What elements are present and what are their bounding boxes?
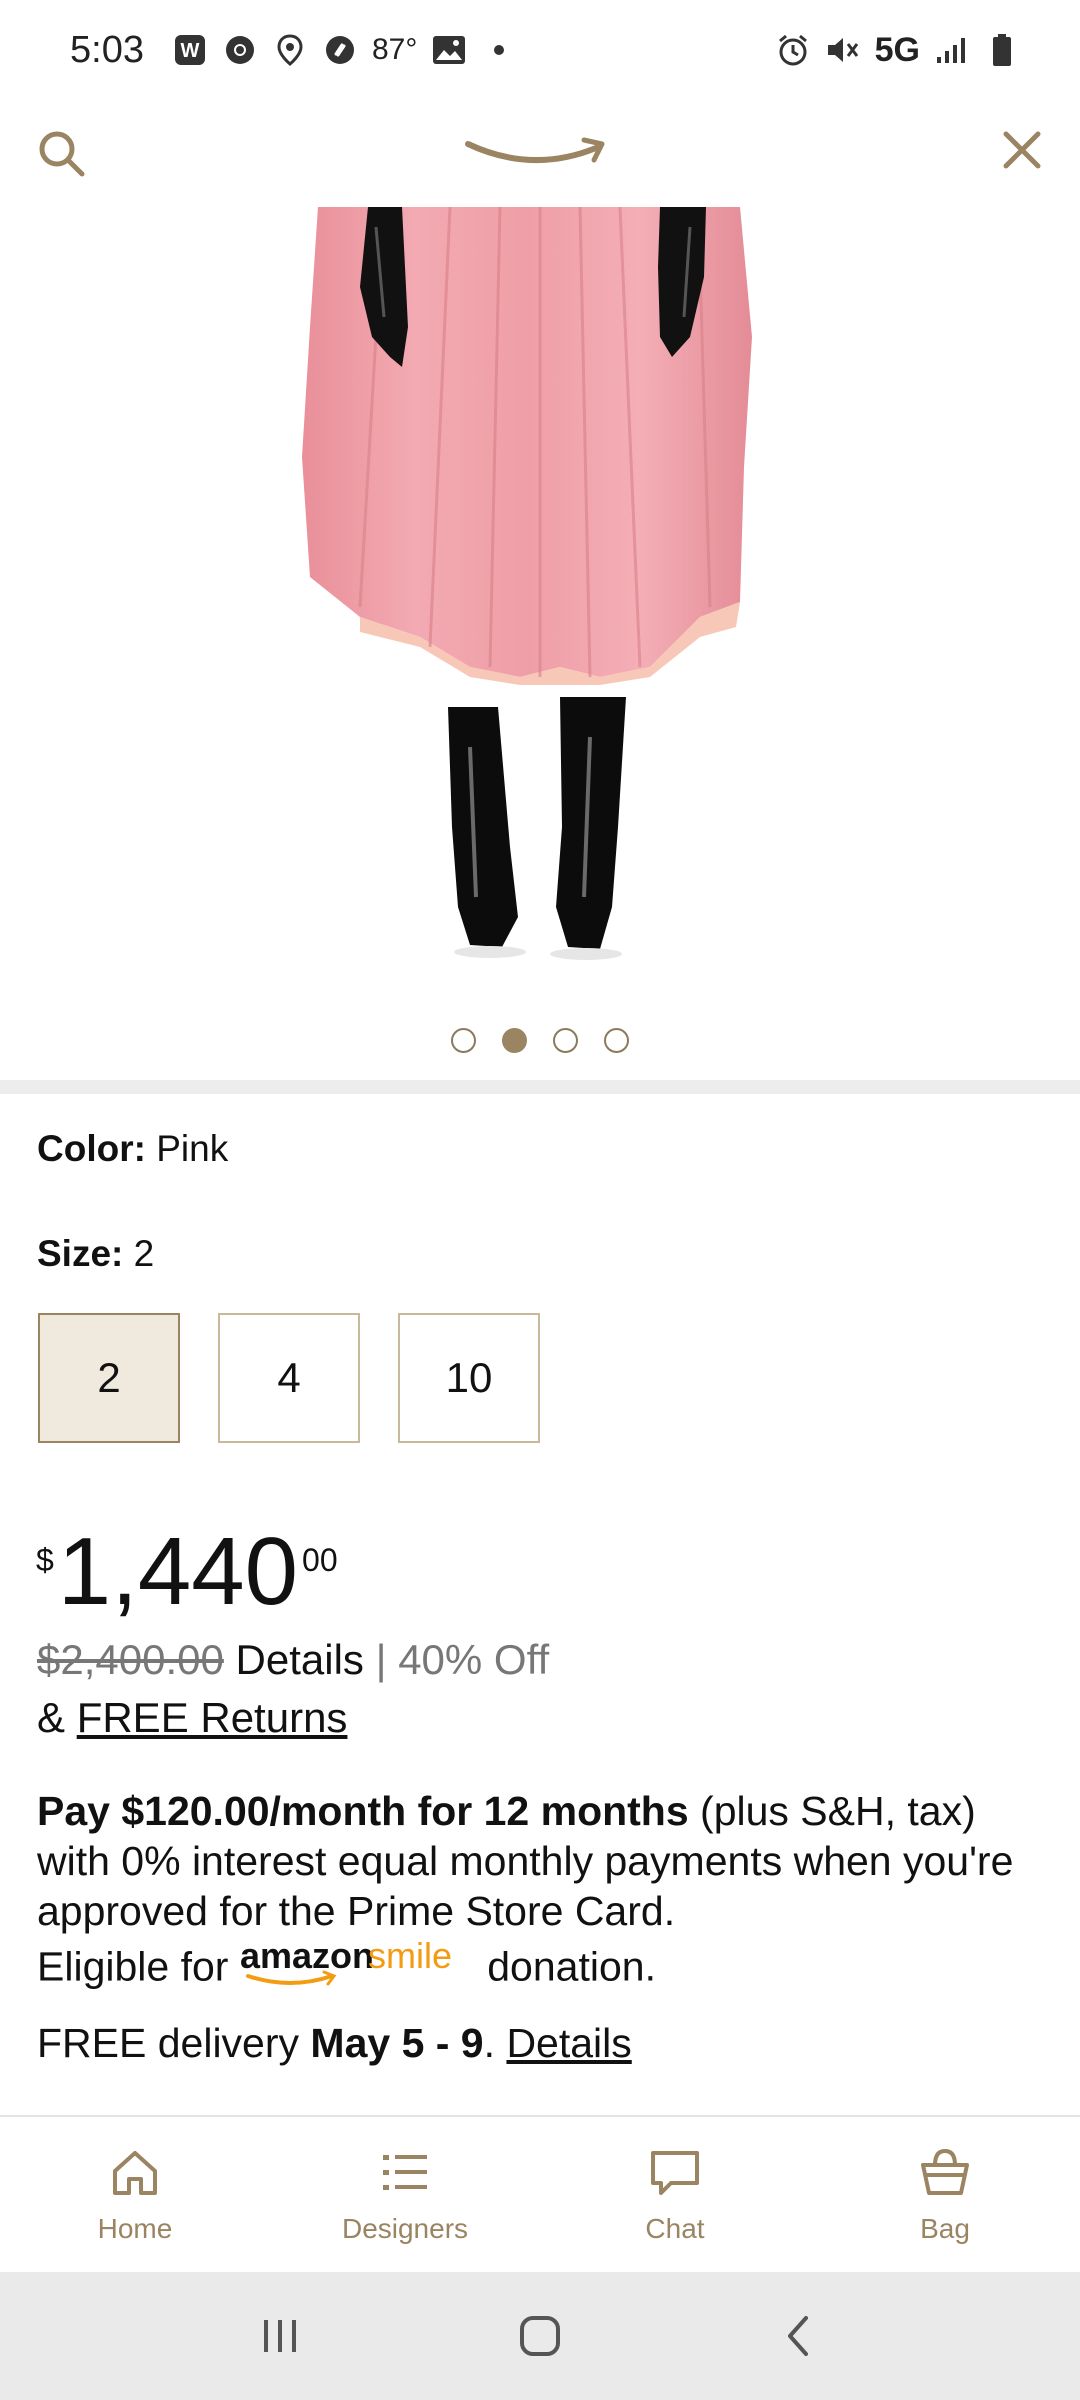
status-right: 5G (775, 31, 1020, 70)
recents-icon[interactable] (252, 2308, 308, 2364)
nav-designers-label: Designers (341, 2213, 469, 2244)
nav-home[interactable]: Home (0, 2117, 270, 2272)
signal-icon (934, 32, 970, 68)
chat-icon (651, 2151, 699, 2195)
amazon-smile-logo[interactable] (462, 130, 618, 180)
size-label: Size: (37, 1233, 124, 1274)
close-icon[interactable] (996, 124, 1048, 176)
notification-dot-icon (481, 32, 517, 68)
list-price: $2,400.00 (37, 1636, 224, 1683)
status-left: 5:03 W 87° (70, 29, 517, 72)
maps-pin-icon (272, 32, 308, 68)
carousel-dots (0, 1028, 1080, 1053)
svg-text:W: W (181, 40, 200, 62)
bag-icon (921, 2148, 969, 2195)
size-value: 2 (133, 1233, 155, 1274)
product-image[interactable] (0, 206, 1080, 987)
app-header (0, 100, 1080, 207)
nav-bag[interactable]: Bag (810, 2117, 1080, 2272)
price-currency: $ (36, 1542, 54, 1578)
color-label: Color: (37, 1128, 146, 1169)
list-price-row: $2,400.00 Details | 40% Off (37, 1636, 549, 1684)
financing-offer: Pay $120.00/month for 12 months (37, 1788, 689, 1834)
free-returns-link[interactable]: FREE Returns (77, 1694, 348, 1741)
smile-eligible-prefix: Eligible for (37, 1943, 229, 1990)
nav-chat-label: Chat (645, 2213, 705, 2244)
w-app-icon: W (172, 32, 208, 68)
delivery-row: FREE delivery May 5 - 9. Details (37, 2020, 632, 2067)
price-details-link[interactable]: Details (236, 1636, 364, 1683)
home-icon (113, 2151, 157, 2195)
mute-icon (825, 32, 861, 68)
alarm-icon (775, 32, 811, 68)
smile-logo-amazon: amazon (240, 1936, 374, 1976)
network-label: 5G (874, 30, 920, 69)
size-option[interactable]: 10 (398, 1313, 540, 1443)
image-icon (431, 32, 467, 68)
size-option[interactable]: 2 (38, 1313, 180, 1443)
price-whole: 1,440 (57, 1518, 299, 1625)
nav-home-label: Home (97, 2213, 173, 2244)
price: $ 1,440 00 (36, 1522, 338, 1622)
status-time: 5:03 (70, 28, 144, 71)
size-option[interactable]: 4 (218, 1313, 360, 1443)
delivery-prefix: FREE delivery (37, 2020, 300, 2066)
color-value: Pink (156, 1128, 229, 1169)
home-button-icon[interactable] (512, 2308, 568, 2364)
nav-chat[interactable]: Chat (540, 2117, 810, 2272)
returns-row: & FREE Returns (37, 1694, 347, 1742)
back-icon[interactable] (772, 2308, 828, 2364)
status-bar: 5:03 W 87° 5G (0, 0, 1080, 100)
size-row: Size: 2 (37, 1233, 154, 1275)
carousel-dot[interactable] (502, 1028, 527, 1053)
shazam-icon (322, 32, 358, 68)
search-icon[interactable] (34, 126, 90, 182)
smile-eligible-suffix: donation. (487, 1943, 656, 1990)
status-temperature: 87° (371, 33, 418, 66)
bottom-nav: Home Designers Chat Bag (0, 2115, 1080, 2272)
system-nav-bar (0, 2272, 1080, 2400)
delivery-details-link[interactable]: Details (506, 2020, 631, 2066)
nav-bag-label: Bag (920, 2213, 970, 2244)
separator: | (375, 1636, 387, 1683)
list-icon (383, 2155, 427, 2190)
financing-text: Pay $120.00/month for 12 months (plus S&… (37, 1786, 1047, 2003)
nav-designers[interactable]: Designers (270, 2117, 540, 2272)
delivery-dates: May 5 - 9 (310, 2020, 484, 2066)
smile-logo-smile: smile (368, 1936, 452, 1976)
chrome-icon (222, 32, 258, 68)
size-selector: 2 4 10 (38, 1313, 540, 1443)
carousel-dot[interactable] (553, 1028, 578, 1053)
price-cents: 00 (302, 1542, 338, 1578)
carousel-dot[interactable] (451, 1028, 476, 1053)
amazon-smile-text-logo: amazon smile (240, 1935, 476, 2003)
discount-label: 40% Off (398, 1636, 550, 1683)
color-row: Color: Pink (37, 1128, 228, 1170)
section-divider (0, 1080, 1080, 1094)
carousel-dot[interactable] (604, 1028, 629, 1053)
delivery-punct: . (483, 2020, 496, 2066)
returns-prefix: & (37, 1694, 66, 1741)
battery-icon (984, 32, 1020, 68)
